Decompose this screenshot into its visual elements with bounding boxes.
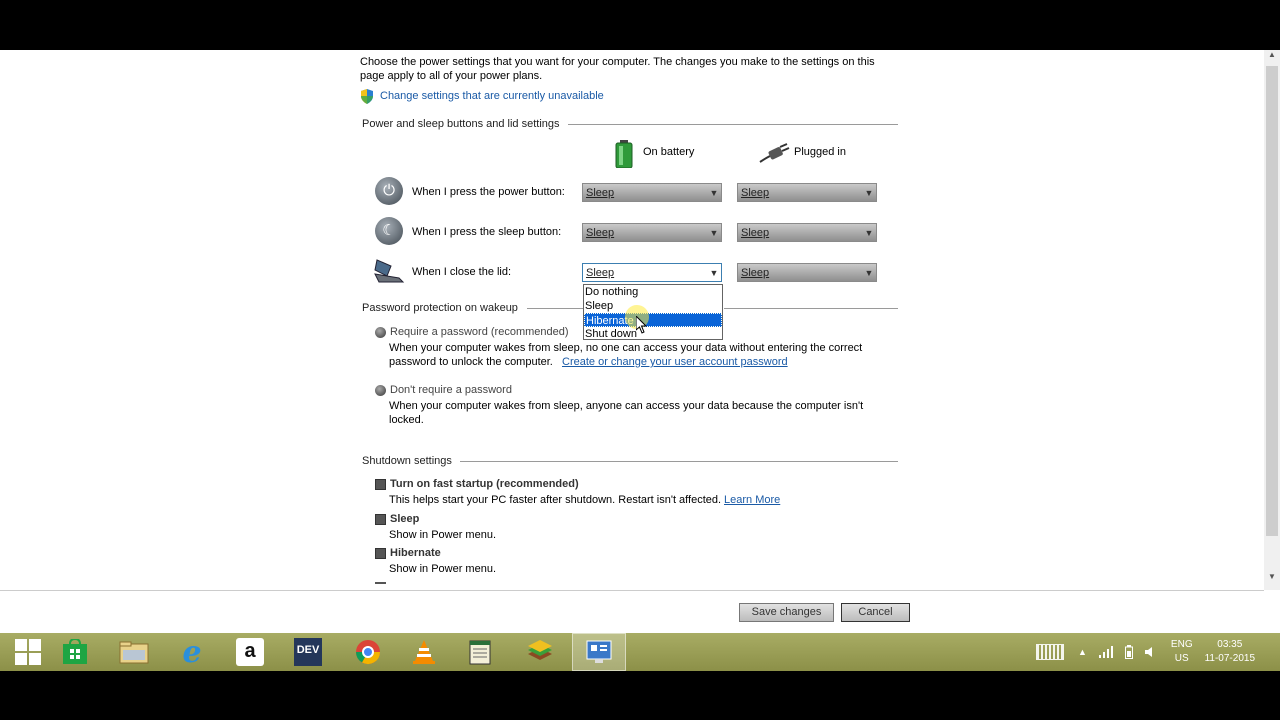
col-plugged-in: Plugged in [794, 146, 846, 158]
dropdown-option-hibernate[interactable]: Hibernate [584, 313, 722, 327]
touch-keyboard-icon[interactable] [1036, 644, 1064, 660]
learn-more-link[interactable]: Learn More [724, 493, 780, 507]
require-password-label: Require a password (recommended) [390, 326, 569, 338]
show-hidden-icons-icon[interactable]: ▲ [1078, 647, 1087, 657]
no-password-desc-2: locked. [389, 414, 424, 426]
change-settings-link[interactable]: Change settings that are currently unava… [380, 89, 604, 103]
hibernate-checkbox[interactable] [375, 548, 386, 559]
dev-app-label: DEV [294, 638, 322, 666]
vertical-scrollbar[interactable]: ▲ ▼ [1264, 50, 1280, 590]
clock-date: 11-07-2015 [1204, 653, 1256, 664]
sleep-checkbox[interactable] [375, 514, 386, 525]
close-lid-battery-select[interactable]: Sleep ▼ [582, 263, 722, 282]
scroll-down-icon[interactable]: ▼ [1264, 572, 1280, 586]
no-password-radio[interactable] [375, 385, 386, 396]
fast-startup-label: Turn on fast startup (recommended) [390, 478, 579, 490]
intro-line-1: Choose the power settings that you want … [360, 56, 875, 68]
bluestacks-icon[interactable] [512, 633, 568, 671]
close-lid-dropdown-list: Do nothing Sleep Hibernate Shut down [583, 284, 723, 340]
hibernate-desc: Show in Power menu. [389, 563, 496, 575]
scroll-thumb[interactable] [1266, 66, 1278, 536]
intro-line-2: page apply to all of your power plans. [360, 70, 543, 82]
chevron-down-icon: ▼ [709, 187, 719, 198]
dev-app-icon[interactable]: DEV [280, 633, 336, 671]
power-button-plugged-select[interactable]: Sleep ▼ [737, 183, 877, 202]
close-lid-plugged-select[interactable]: Sleep ▼ [737, 263, 877, 282]
col-on-battery: On battery [643, 146, 695, 158]
notepad-icon[interactable] [452, 633, 508, 671]
region-code: US [1174, 653, 1189, 664]
network-icon[interactable] [1098, 646, 1113, 658]
amazon-icon[interactable]: a [222, 633, 278, 671]
fast-startup-checkbox[interactable] [375, 479, 386, 490]
save-changes-button[interactable]: Save changes [739, 603, 834, 622]
require-password-desc-1: When your computer wakes from sleep, no … [389, 342, 863, 354]
select-value: Sleep [586, 186, 615, 199]
select-value: Sleep [586, 266, 615, 279]
chevron-down-icon: ▼ [864, 267, 874, 278]
laptop-lid-icon [373, 258, 405, 284]
fast-startup-desc: This helps start your PC faster after sh… [389, 494, 722, 506]
mouse-cursor-icon [635, 314, 648, 334]
hibernate-label: Hibernate [390, 547, 441, 559]
create-password-link[interactable]: Create or change your user account passw… [562, 355, 788, 369]
language-indicator[interactable]: ENG US [1171, 638, 1193, 666]
control-panel-icon[interactable] [572, 633, 626, 671]
chevron-down-icon: ▼ [864, 227, 874, 238]
plug-icon [758, 142, 790, 164]
sleep-button-icon: ☾ [375, 217, 403, 245]
scroll-up-icon[interactable]: ▲ [1264, 50, 1280, 64]
sleep-button-battery-select[interactable]: Sleep ▼ [582, 223, 722, 242]
volume-icon[interactable] [1144, 646, 1157, 658]
internet-explorer-icon[interactable]: e [164, 633, 220, 671]
section-heading-shutdown: Shutdown settings [362, 455, 452, 467]
language-code: ENG [1170, 639, 1193, 650]
cancel-button[interactable]: Cancel [841, 603, 910, 622]
section-divider [527, 308, 583, 309]
section-divider [724, 308, 898, 309]
no-password-label: Don't require a password [390, 384, 512, 396]
sleep-button-label: When I press the sleep button: [412, 226, 562, 238]
section-heading-buttons: Power and sleep buttons and lid settings [362, 118, 560, 130]
sleep-desc: Show in Power menu. [389, 529, 496, 541]
select-value: Sleep [741, 186, 770, 199]
dropdown-option-sleep[interactable]: Sleep [584, 299, 722, 313]
power-button-icon: ⏻ [375, 177, 403, 205]
sleep-label: Sleep [390, 513, 420, 525]
no-password-desc-1: When your computer wakes from sleep, any… [389, 400, 864, 412]
chevron-down-icon: ▼ [709, 267, 719, 278]
clock[interactable]: 03:35 11-07-2015 [1205, 638, 1255, 666]
section-divider [460, 461, 898, 462]
section-heading-password: Password protection on wakeup [362, 302, 518, 314]
battery-tray-icon[interactable] [1124, 645, 1133, 659]
close-lid-label: When I close the lid: [412, 266, 512, 278]
system-tray: ▲ ENG US 03:35 11-07-2015 [1036, 633, 1255, 671]
dropdown-option-shut-down[interactable]: Shut down [584, 327, 722, 341]
select-value: Sleep [586, 226, 615, 239]
chrome-icon[interactable] [340, 633, 396, 671]
lock-checkbox-partial[interactable] [375, 582, 386, 584]
clock-time: 03:35 [1217, 639, 1243, 650]
file-explorer-icon[interactable] [106, 633, 162, 671]
chevron-down-icon: ▼ [864, 187, 874, 198]
section-divider [568, 124, 898, 125]
chevron-down-icon: ▼ [709, 227, 719, 238]
sleep-button-plugged-select[interactable]: Sleep ▼ [737, 223, 877, 242]
store-icon[interactable] [47, 633, 103, 671]
require-password-desc-2: password to unlock the computer. [389, 356, 553, 368]
require-password-radio[interactable] [375, 327, 386, 338]
select-value: Sleep [741, 266, 770, 279]
power-button-label: When I press the power button: [412, 186, 565, 198]
select-value: Sleep [741, 226, 770, 239]
vlc-icon[interactable] [396, 633, 452, 671]
power-button-battery-select[interactable]: Sleep ▼ [582, 183, 722, 202]
battery-icon [613, 140, 635, 169]
uac-shield-icon [360, 89, 374, 104]
dropdown-option-do-nothing[interactable]: Do nothing [584, 285, 722, 299]
footer-divider [0, 590, 1264, 591]
